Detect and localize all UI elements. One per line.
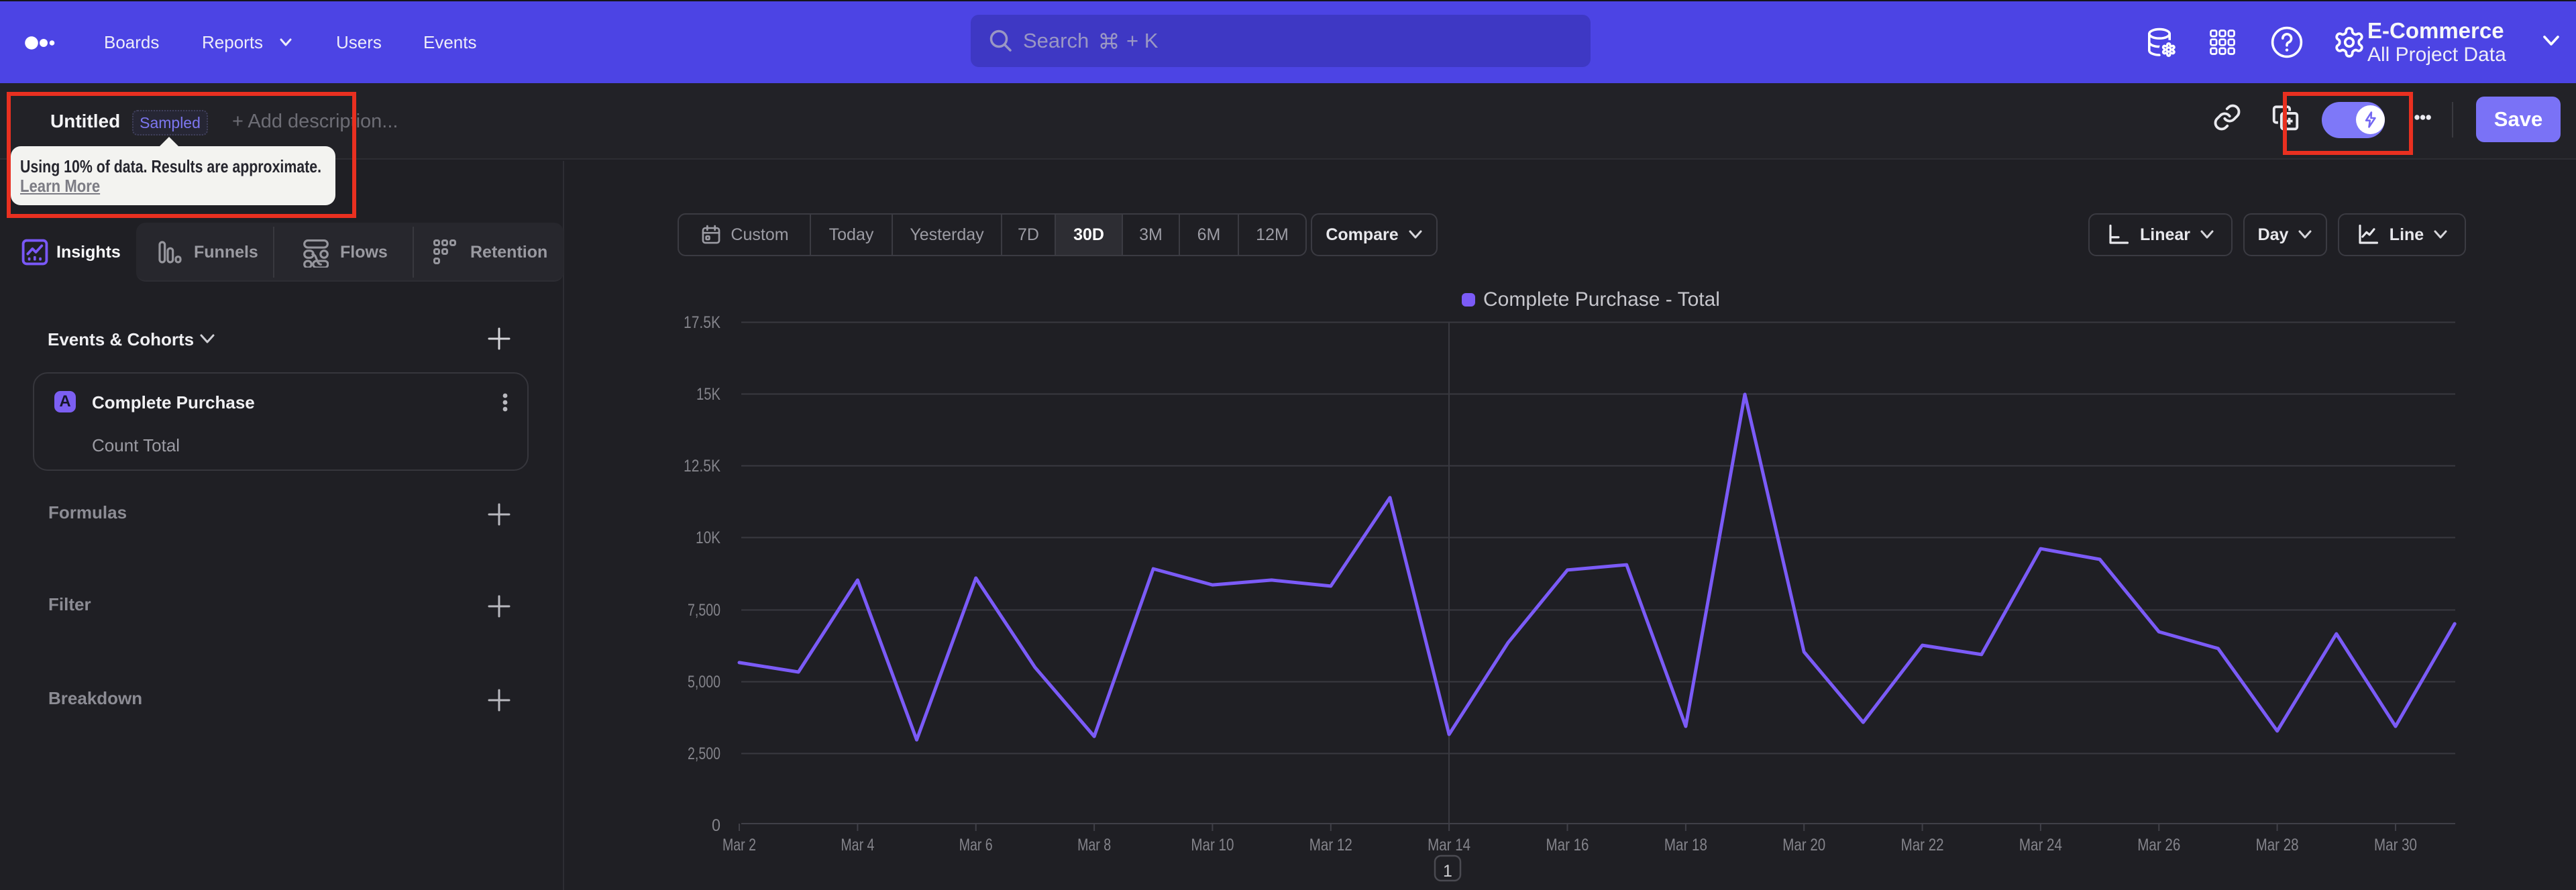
svg-text:Mar 6: Mar 6	[959, 836, 993, 854]
svg-text:15K: 15K	[696, 385, 720, 404]
svg-text:Mar 2: Mar 2	[722, 836, 756, 854]
svg-text:Mar 4: Mar 4	[841, 836, 874, 854]
svg-text:Mar 8: Mar 8	[1077, 836, 1111, 854]
svg-text:Mar 20: Mar 20	[1782, 836, 1825, 854]
svg-text:Mar 14: Mar 14	[1428, 836, 1470, 854]
svg-text:2,500: 2,500	[688, 744, 720, 763]
svg-text:5,000: 5,000	[688, 673, 720, 691]
svg-text:17.5K: 17.5K	[684, 313, 720, 332]
svg-text:12.5K: 12.5K	[684, 457, 720, 476]
svg-text:Mar 30: Mar 30	[2374, 836, 2417, 854]
svg-text:10K: 10K	[696, 529, 720, 547]
svg-text:Mar 26: Mar 26	[2137, 836, 2180, 854]
svg-text:Mar 28: Mar 28	[2256, 836, 2299, 854]
svg-text:Mar 18: Mar 18	[1664, 836, 1707, 854]
svg-text:Mar 16: Mar 16	[1546, 836, 1589, 854]
svg-text:Mar 10: Mar 10	[1191, 836, 1234, 854]
svg-text:Mar 22: Mar 22	[1901, 836, 1944, 854]
svg-text:1: 1	[1443, 862, 1452, 881]
svg-text:Mar 12: Mar 12	[1309, 836, 1352, 854]
svg-text:7,500: 7,500	[688, 601, 720, 620]
svg-text:Mar 24: Mar 24	[2019, 836, 2062, 854]
svg-text:0: 0	[712, 816, 720, 835]
